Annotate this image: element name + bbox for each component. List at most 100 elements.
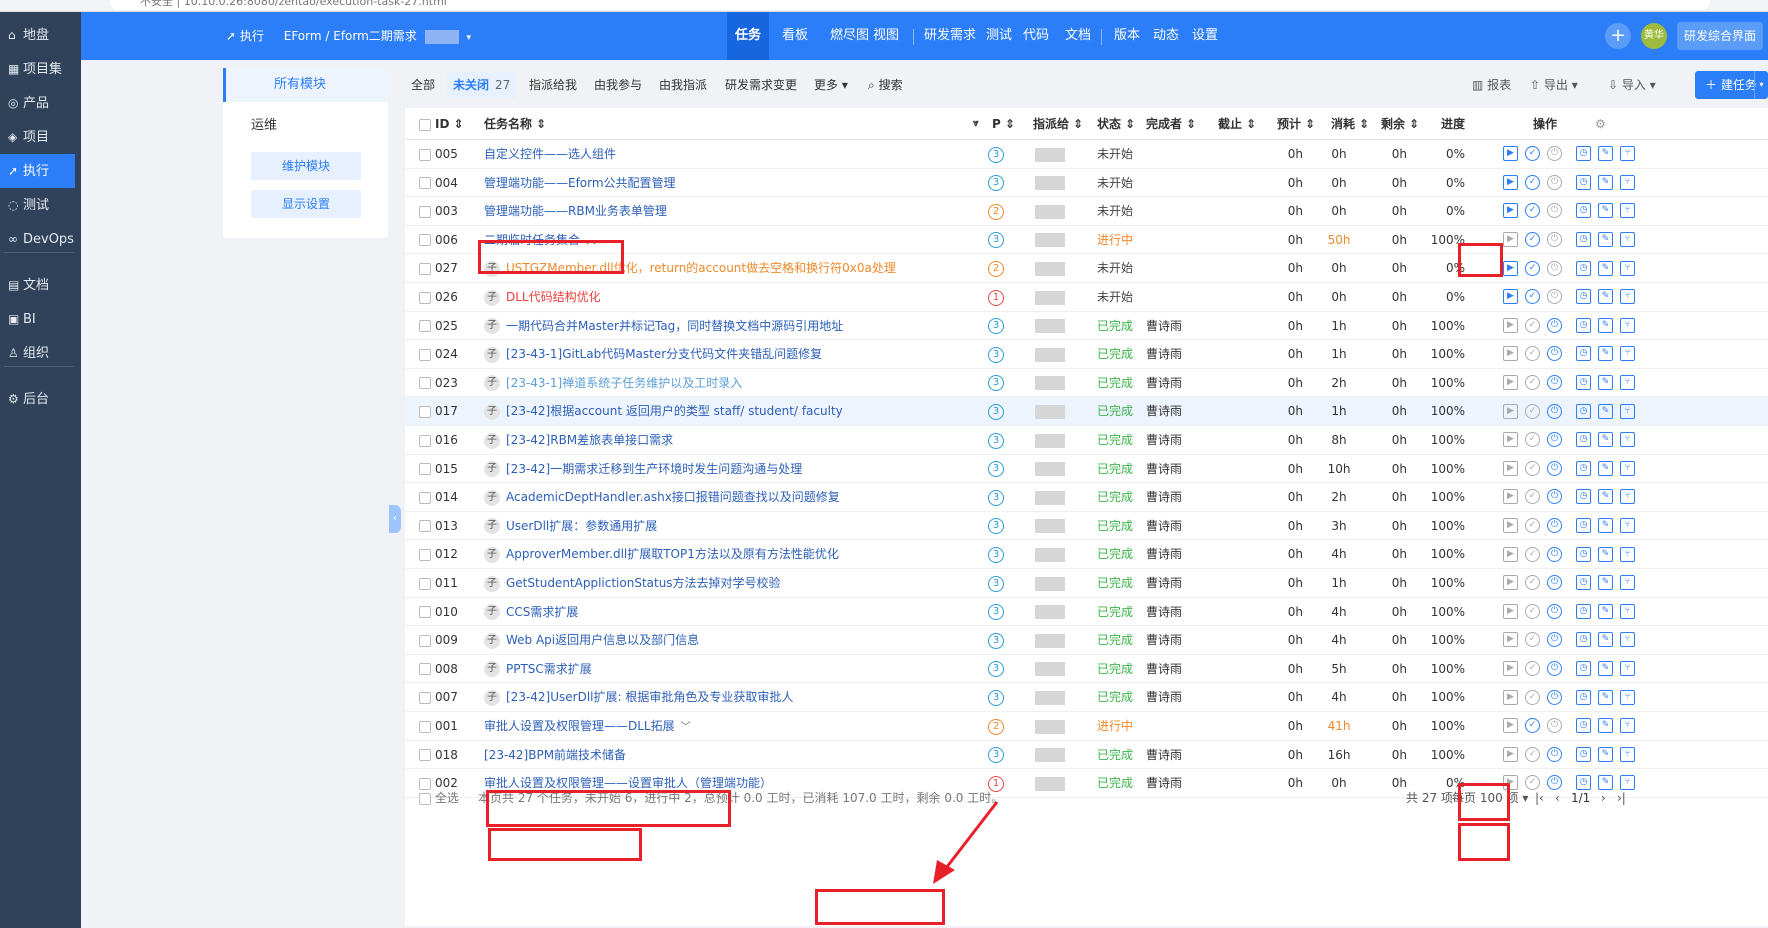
- edit-icon[interactable]: ✎: [1598, 317, 1613, 333]
- record-hours-icon[interactable]: ◷: [1576, 375, 1591, 391]
- row-select[interactable]: [419, 455, 431, 484]
- edit-icon[interactable]: ✎: [1598, 232, 1613, 248]
- checkbox[interactable]: [419, 234, 431, 247]
- next-page-button[interactable]: ›: [1601, 780, 1606, 816]
- close-icon[interactable]: ⏻: [1547, 460, 1562, 476]
- record-hours-icon[interactable]: ◷: [1576, 632, 1591, 648]
- per-page-select[interactable]: 每页 100 项 ▾: [1452, 780, 1528, 816]
- split-icon[interactable]: ⑂: [1620, 317, 1635, 333]
- row-select[interactable]: [419, 197, 431, 226]
- checkbox[interactable]: [419, 320, 431, 333]
- first-page-button[interactable]: |‹: [1535, 780, 1544, 816]
- start-icon[interactable]: ▶: [1503, 546, 1518, 562]
- finish-icon[interactable]: ✓: [1525, 689, 1540, 705]
- task-name-link[interactable]: USTGZMember.dll优化，return的account做去空格和换行符…: [506, 261, 896, 275]
- split-icon[interactable]: ⑂: [1620, 375, 1635, 391]
- search-toggle[interactable]: ⌕ 搜索: [868, 68, 903, 102]
- table-row[interactable]: 017 子 [23-42]根据account 返回用户的类型 staff/ stud…: [405, 397, 1768, 426]
- task-name-link[interactable]: DLL代码结构优化: [506, 290, 601, 304]
- table-row[interactable]: 007 子 [23-42]UserDll扩展: 根据审批角色及专业获取审批人 3 已完成…: [405, 683, 1768, 712]
- start-icon[interactable]: ▶: [1503, 661, 1518, 677]
- table-row[interactable]: 018 [23-42]BPM前端技术储备 3 已完成 曹诗雨 0h 16h 0h 100% ▶ ✓ ⏻…: [405, 741, 1768, 770]
- task-name-link[interactable]: CCS需求扩展: [506, 605, 578, 619]
- checkbox[interactable]: [419, 463, 431, 476]
- finish-icon[interactable]: ✓: [1525, 375, 1540, 391]
- row-select[interactable]: [419, 340, 431, 369]
- switch-interface-button[interactable]: 研发综合界面: [1677, 22, 1763, 50]
- checkbox[interactable]: [419, 548, 431, 561]
- record-hours-icon[interactable]: ◷: [1576, 174, 1591, 190]
- module-category[interactable]: 运维: [251, 114, 277, 133]
- assigned-to[interactable]: [1035, 254, 1065, 283]
- row-select[interactable]: [419, 540, 431, 569]
- split-icon[interactable]: ⑂: [1620, 632, 1635, 648]
- start-icon[interactable]: ▶: [1503, 432, 1518, 448]
- tab-story-change[interactable]: 研发需求变更: [725, 68, 797, 102]
- finish-icon[interactable]: ✓: [1525, 603, 1540, 619]
- edit-icon[interactable]: ✎: [1598, 546, 1613, 562]
- task-name-link[interactable]: 二期临时任务集合: [484, 233, 580, 247]
- expand-toggle-icon[interactable]: ﹀: [681, 722, 691, 733]
- row-select[interactable]: [419, 312, 431, 341]
- sidebar-item-dashboard[interactable]: ⌂ 地盘: [0, 18, 81, 52]
- task-name-link[interactable]: 自定义控件——选人组件: [484, 147, 616, 161]
- edit-icon[interactable]: ✎: [1598, 632, 1613, 648]
- row-select[interactable]: [419, 655, 431, 684]
- close-icon[interactable]: ⏻: [1547, 632, 1562, 648]
- col-deadline[interactable]: 截止 ⇕: [1218, 108, 1256, 140]
- start-icon[interactable]: ▶: [1503, 489, 1518, 505]
- split-icon[interactable]: ⑂: [1620, 575, 1635, 591]
- assigned-to[interactable]: [1035, 283, 1065, 312]
- finish-icon[interactable]: ✓: [1525, 289, 1540, 305]
- row-select[interactable]: [419, 683, 431, 712]
- split-icon[interactable]: ⑂: [1620, 603, 1635, 619]
- sidebar-item-doc[interactable]: ▤ 文档: [0, 268, 81, 302]
- record-hours-icon[interactable]: ◷: [1576, 289, 1591, 305]
- record-hours-icon[interactable]: ◷: [1576, 146, 1591, 162]
- checkbox[interactable]: [419, 792, 431, 805]
- row-select[interactable]: [419, 397, 431, 426]
- task-name-link[interactable]: ApproverMember.dll扩展取TOP1方法以及原有方法性能优化: [506, 547, 839, 561]
- assigned-to[interactable]: [1035, 569, 1065, 598]
- assigned-to[interactable]: [1035, 598, 1065, 627]
- address-bar[interactable]: 不安全 | 10.10.0.26:8080/zentao/execution-t…: [110, 0, 1710, 10]
- quick-add-button[interactable]: +: [1605, 23, 1631, 49]
- sidebar-item-bi[interactable]: ▣ BI: [0, 302, 81, 336]
- finish-icon[interactable]: ✓: [1525, 489, 1540, 505]
- row-select[interactable]: [419, 226, 431, 255]
- breadcrumb[interactable]: ➚ 执行 EForm / Eform二期需求 ▾: [226, 12, 471, 60]
- task-name-link[interactable]: PPTSC需求扩展: [506, 662, 592, 676]
- chevron-down-icon[interactable]: ▾: [466, 33, 471, 43]
- module-maintenance[interactable]: 维护模块: [251, 152, 361, 180]
- close-icon[interactable]: ⏻: [1547, 174, 1562, 190]
- checkbox[interactable]: [419, 434, 431, 447]
- row-select[interactable]: [419, 254, 431, 283]
- col-estimate[interactable]: 预计 ⇕: [1277, 108, 1315, 140]
- edit-icon[interactable]: ✎: [1598, 489, 1613, 505]
- finish-icon[interactable]: ✓: [1525, 232, 1540, 248]
- split-icon[interactable]: ⑂: [1620, 260, 1635, 276]
- checkbox[interactable]: [419, 291, 431, 304]
- task-name-link[interactable]: 管理端功能——RBM业务表单管理: [484, 204, 667, 218]
- edit-icon[interactable]: ✎: [1598, 346, 1613, 362]
- start-icon[interactable]: ▶: [1503, 232, 1518, 248]
- checkbox[interactable]: [419, 177, 431, 190]
- assigned-to[interactable]: [1035, 741, 1065, 770]
- start-icon[interactable]: ▶: [1503, 460, 1518, 476]
- edit-icon[interactable]: ✎: [1598, 375, 1613, 391]
- table-row[interactable]: 010 子 CCS需求扩展 3 已完成 曹诗雨 0h 4h 0h 100% ▶ ✓ ⏻ ◷ ✎ ⑂: [405, 598, 1768, 627]
- prev-page-button[interactable]: ‹: [1555, 780, 1560, 816]
- checkbox[interactable]: [419, 405, 431, 418]
- sidebar-item-product[interactable]: ◎ 产品: [0, 86, 81, 120]
- split-icon[interactable]: ⑂: [1620, 146, 1635, 162]
- task-name-link[interactable]: [23-42]BPM前端技术储备: [484, 748, 626, 762]
- table-row[interactable]: 026 子 DLL代码结构优化 1 未开始 0h 0h 0h 0% ▶ ✓ ⏻ ◷ ✎ ⑂: [405, 283, 1768, 312]
- start-icon[interactable]: ▶: [1503, 718, 1518, 734]
- row-select[interactable]: [419, 140, 431, 169]
- close-icon[interactable]: ⏻: [1547, 346, 1562, 362]
- split-icon[interactable]: ⑂: [1620, 689, 1635, 705]
- start-icon[interactable]: ▶: [1503, 346, 1518, 362]
- start-icon[interactable]: ▶: [1503, 317, 1518, 333]
- checkbox[interactable]: [419, 634, 431, 647]
- sidebar-item-execution[interactable]: ➚ 执行: [0, 154, 75, 188]
